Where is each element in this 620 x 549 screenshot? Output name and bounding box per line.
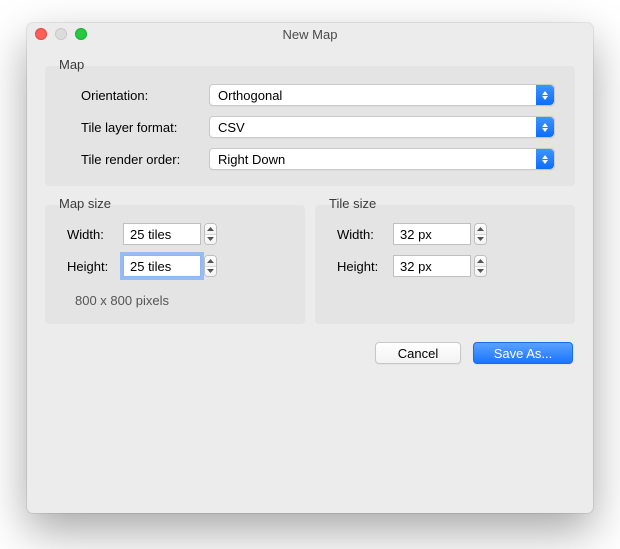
tile-height-input[interactable] — [393, 255, 471, 277]
zoom-window-button[interactable] — [75, 28, 87, 40]
tile-render-order-value: Right Down — [218, 152, 285, 167]
titlebar: New Map — [27, 23, 593, 45]
stepper-up-icon[interactable] — [205, 224, 216, 234]
stepper-up-icon[interactable] — [475, 224, 486, 234]
tile-size-group: Tile size Width: Height: — [315, 196, 575, 324]
minimize-window-button — [55, 28, 67, 40]
stepper-buttons[interactable] — [474, 255, 487, 277]
stepper-buttons[interactable] — [204, 255, 217, 277]
updown-arrows-icon — [536, 85, 554, 105]
stepper-up-icon[interactable] — [475, 256, 486, 266]
tile-render-order-select[interactable]: Right Down — [209, 148, 555, 170]
map-width-input[interactable] — [123, 223, 201, 245]
tile-height-stepper[interactable] — [393, 255, 487, 277]
new-map-window: New Map Map Orientation: Orthogonal Tile… — [27, 23, 593, 513]
orientation-value: Orthogonal — [218, 88, 282, 103]
stepper-down-icon[interactable] — [205, 266, 216, 277]
tile-render-order-label: Tile render order: — [81, 152, 205, 167]
map-size-legend: Map size — [59, 196, 113, 213]
close-window-button[interactable] — [35, 28, 47, 40]
cancel-button[interactable]: Cancel — [375, 342, 461, 364]
orientation-label: Orientation: — [81, 88, 205, 103]
map-height-input[interactable] — [123, 255, 201, 277]
save-as-button[interactable]: Save As... — [473, 342, 573, 364]
stepper-buttons[interactable] — [474, 223, 487, 245]
stepper-down-icon[interactable] — [475, 266, 486, 277]
tile-height-label: Height: — [337, 259, 389, 274]
tile-layer-format-label: Tile layer format: — [81, 120, 205, 135]
map-group: Map Orientation: Orthogonal Tile layer f… — [45, 57, 575, 186]
map-width-label: Width: — [67, 227, 119, 242]
tile-width-input[interactable] — [393, 223, 471, 245]
stepper-up-icon[interactable] — [205, 256, 216, 266]
stepper-down-icon[interactable] — [205, 234, 216, 245]
tile-size-legend: Tile size — [329, 196, 378, 213]
map-group-legend: Map — [59, 57, 86, 74]
map-size-pixel-note: 800 x 800 pixels — [67, 287, 289, 308]
map-width-stepper[interactable] — [123, 223, 217, 245]
updown-arrows-icon — [536, 149, 554, 169]
updown-arrows-icon — [536, 117, 554, 137]
map-size-group: Map size Width: Height: — [45, 196, 305, 324]
tile-width-stepper[interactable] — [393, 223, 487, 245]
orientation-select[interactable]: Orthogonal — [209, 84, 555, 106]
stepper-buttons[interactable] — [204, 223, 217, 245]
map-height-label: Height: — [67, 259, 119, 274]
map-height-stepper[interactable] — [123, 255, 217, 277]
tile-layer-format-select[interactable]: CSV — [209, 116, 555, 138]
stepper-down-icon[interactable] — [475, 234, 486, 245]
window-title: New Map — [283, 27, 338, 42]
tile-width-label: Width: — [337, 227, 389, 242]
tile-layer-format-value: CSV — [218, 120, 245, 135]
